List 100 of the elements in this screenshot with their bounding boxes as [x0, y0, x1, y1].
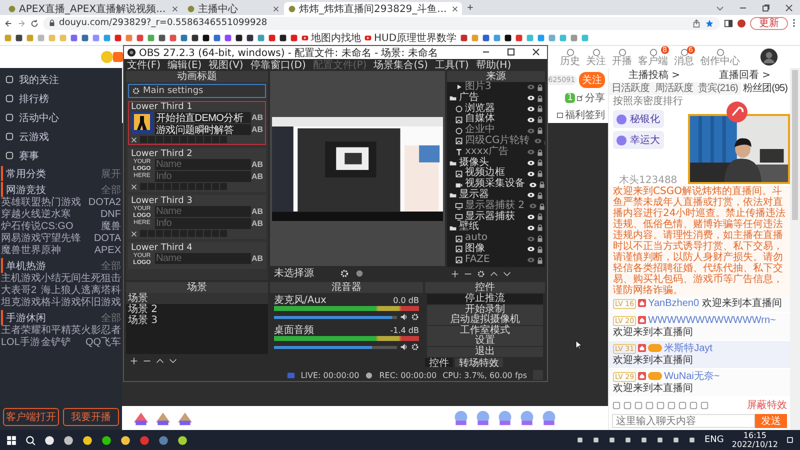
close-icon[interactable]	[273, 6, 279, 12]
category-link[interactable]: 和平精英	[41, 325, 81, 337]
lower-third-card[interactable]: Lower Third 1 开始抬直DEMO分析 AB 游戏问题瞬时解答 AB	[128, 101, 266, 145]
chat-input[interactable]: 这里输入聊天内容	[612, 414, 755, 428]
gift-icon[interactable]	[154, 410, 172, 426]
header-nav-item[interactable]: 历史	[560, 48, 580, 66]
language-indicator[interactable]: ENG	[704, 435, 724, 445]
category-link[interactable]: 海上狼人	[41, 285, 81, 297]
menu-item[interactable]: 停靠窗口(D)	[250, 58, 306, 72]
taskbar-app-icon[interactable]	[101, 434, 112, 446]
calendar-icon[interactable]	[557, 112, 563, 118]
taskbar-app-icon[interactable]	[63, 434, 74, 446]
user-name[interactable]: WWWWWWWWWWWWrn~	[648, 315, 776, 326]
lock-icon[interactable]	[537, 84, 543, 91]
down-icon[interactable]	[503, 270, 511, 278]
rank-tab[interactable]: 日活跃度	[609, 82, 652, 95]
category-link[interactable]: APEX	[81, 245, 121, 257]
speaker-icon[interactable]	[400, 313, 408, 321]
source-item[interactable]: FAZE	[465, 254, 490, 266]
source-item[interactable]: 视频采集设备	[465, 179, 525, 190]
gift-icon[interactable]	[496, 410, 514, 426]
address-bar[interactable]: douyu.com/293829?_r=0.5586346551099928	[43, 16, 720, 30]
sidebar-button[interactable]: 我要开播	[63, 408, 119, 426]
style-toggle[interactable]: A	[251, 125, 258, 134]
eye-icon[interactable]	[527, 192, 535, 198]
category-link[interactable]: LOL手游	[1, 337, 41, 349]
eye-icon[interactable]	[527, 214, 535, 220]
rank-tab[interactable]: 粉丝团(95)	[740, 82, 790, 95]
control-button[interactable]: 工作室模式	[427, 326, 543, 336]
bookmark[interactable]: HUD原理世界数学	[374, 31, 457, 45]
category-link[interactable]: 魔兽世界	[1, 245, 41, 257]
reload-icon[interactable]	[30, 18, 39, 28]
source-item[interactable]: auto	[465, 233, 488, 244]
more-link[interactable]: 全部	[101, 182, 121, 196]
control-button[interactable]: 开始录制	[427, 304, 543, 314]
eye-icon[interactable]	[527, 170, 535, 177]
avatar-icon[interactable]	[737, 18, 746, 28]
lock-icon[interactable]	[537, 246, 543, 253]
text-field[interactable]: Name	[155, 206, 252, 217]
header-nav-item[interactable]: 关注	[586, 48, 606, 66]
category-link[interactable]: 逆水寒	[41, 209, 81, 221]
settings-icon[interactable]	[340, 268, 349, 278]
lock-icon[interactable]	[537, 148, 543, 156]
control-button[interactable]: 启动虚拟摄像机	[427, 315, 543, 325]
eye-icon[interactable]	[527, 106, 535, 112]
text-field[interactable]: 开始抬直DEMO分析	[155, 112, 252, 123]
search-icon[interactable]	[25, 434, 36, 446]
menu-item[interactable]: 场景集合(S)	[374, 58, 428, 72]
speaker-icon[interactable]	[400, 343, 408, 351]
sidebar-item[interactable]: 活动中心	[1, 108, 121, 127]
effects-toggle[interactable]: 屏蔽特效	[747, 398, 787, 412]
down-icon[interactable]	[169, 356, 177, 364]
lock-icon[interactable]	[537, 224, 543, 232]
eye-icon[interactable]	[529, 182, 537, 188]
share-icon[interactable]	[577, 95, 583, 101]
header-nav-item[interactable]: 创作中心	[700, 48, 740, 66]
gift-icon[interactable]	[518, 410, 536, 426]
category-link[interactable]: DOTA2	[81, 197, 121, 209]
menu-item[interactable]: 文件(F)	[127, 58, 161, 72]
gift-icon[interactable]	[540, 410, 558, 426]
star-icon[interactable]	[705, 18, 714, 28]
chat-link[interactable]: 直播回看 >	[718, 68, 771, 82]
eye-icon[interactable]	[527, 116, 535, 123]
sidebar-button[interactable]: 客户端打开	[3, 408, 59, 426]
category-link[interactable]: 火影忍者	[81, 325, 121, 337]
control-button[interactable]: 停止推流	[427, 294, 543, 304]
style-toggle[interactable]: A	[251, 207, 258, 216]
eye-icon[interactable]	[527, 95, 535, 102]
rank-tab[interactable]: 周活跃度	[652, 82, 696, 95]
source-item[interactable]: 壁纸	[459, 222, 479, 234]
settings-icon[interactable]	[411, 313, 419, 321]
lock-icon[interactable]	[537, 127, 543, 134]
gift-icon[interactable]	[132, 410, 150, 426]
scene-item[interactable]: 场景 3	[126, 315, 268, 326]
style-toggle[interactable]: A	[251, 172, 258, 181]
source-item[interactable]: 图片3	[465, 82, 492, 93]
settings-icon[interactable]	[411, 343, 419, 351]
category-link[interactable]: 小结无间	[41, 273, 81, 285]
category-link[interactable]: 主机游戏	[1, 273, 41, 285]
more-link[interactable]: 全部	[101, 310, 121, 324]
control-button[interactable]: 设置	[427, 336, 543, 346]
category-link[interactable]: CS:GO	[41, 221, 81, 233]
style-toggle[interactable]: B	[257, 207, 263, 216]
eye-icon[interactable]	[527, 160, 535, 166]
lock-icon[interactable]	[537, 192, 543, 199]
add-icon[interactable]	[451, 270, 459, 278]
category-link[interactable]: 金铲铲	[41, 337, 81, 349]
menu-item[interactable]: 工具(T)	[434, 58, 469, 72]
add-icon[interactable]	[130, 356, 138, 364]
control-button[interactable]: 退出	[427, 346, 543, 356]
category-link[interactable]: 大表哥2	[1, 285, 41, 297]
category-link[interactable]: 热门游戏	[41, 197, 81, 209]
sidebar-item[interactable]: 云游戏	[1, 127, 121, 146]
gift-icon[interactable]	[452, 410, 470, 426]
volume-slider[interactable]	[274, 316, 397, 318]
user-name[interactable]: WuNai无奈~	[664, 371, 720, 382]
text-field[interactable]: Name	[155, 253, 252, 264]
text-field[interactable]: 游戏问题瞬时解答	[155, 124, 252, 135]
main-settings-row[interactable]: Main settings	[128, 84, 266, 98]
close-icon[interactable]	[172, 6, 178, 12]
